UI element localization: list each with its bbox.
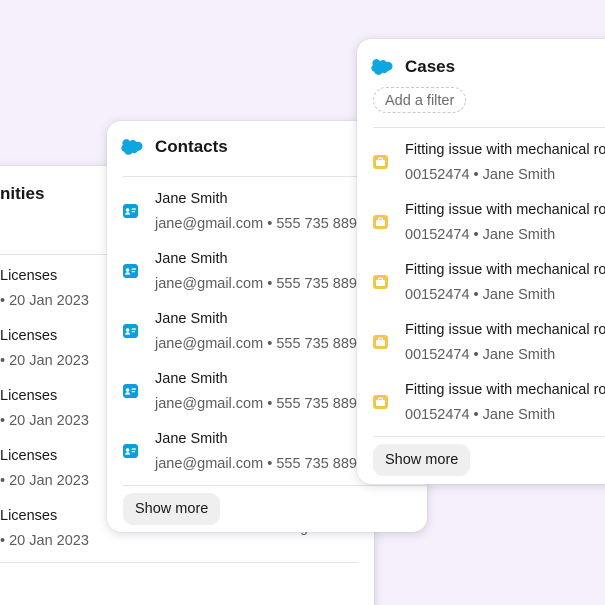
contact-card-icon	[123, 264, 138, 278]
case-subject: Fitting issue with mechanical rotor	[405, 142, 605, 158]
contact-name: Jane Smith	[155, 251, 228, 267]
salesforce-cloud-icon	[121, 139, 143, 155]
case-details: 00152474 • Jane Smith	[405, 167, 556, 183]
opportunities-title: nities	[0, 184, 45, 203]
contact-card-icon	[123, 444, 138, 458]
case-subject: Fitting issue with mechanical rotor	[405, 382, 605, 398]
divider	[373, 436, 605, 437]
case-details: 00152474 • Jane Smith	[405, 407, 556, 423]
case-subject: Fitting issue with mechanical rotor	[405, 322, 605, 338]
cases-list: Fitting issue with mechanical rotor 0015…	[373, 142, 605, 442]
opportunity-date: • 20 Jan 2023	[0, 293, 89, 309]
contacts-title: Contacts	[155, 137, 228, 156]
contact-details: jane@gmail.com • 555 735 8890	[155, 216, 366, 232]
list-item[interactable]: Fitting issue with mechanical rotor 0015…	[373, 382, 605, 442]
opportunity-name: Licenses	[0, 268, 58, 284]
opportunity-date: • 20 Jan 2023	[0, 473, 89, 489]
cases-title: Cases	[405, 57, 456, 76]
divider	[0, 562, 358, 563]
cases-card: Cases Add a filter Fitting issue with me…	[357, 39, 605, 484]
list-item[interactable]: Fitting issue with mechanical rotor 0015…	[373, 322, 605, 382]
case-subject: Fitting issue with mechanical rotor	[405, 202, 605, 218]
contacts-show-more-button[interactable]: Show more	[123, 493, 221, 525]
contact-details: jane@gmail.com • 555 735 8890	[155, 336, 366, 352]
opportunity-date: • 20 Jan 2023	[0, 413, 89, 429]
briefcase-icon	[373, 335, 388, 349]
opportunity-name: Licenses	[0, 328, 58, 344]
list-item[interactable]: Fitting issue with mechanical rotor 0015…	[373, 142, 605, 202]
list-item[interactable]: Fitting issue with mechanical rotor 0015…	[373, 202, 605, 262]
salesforce-cloud-icon	[371, 59, 393, 75]
opportunity-date: • 20 Jan 2023	[0, 353, 89, 369]
contact-name: Jane Smith	[155, 371, 228, 387]
case-details: 00152474 • Jane Smith	[405, 287, 556, 303]
divider	[373, 127, 605, 128]
contact-card-icon	[123, 204, 138, 218]
cases-show-more-button[interactable]: Show more	[373, 444, 471, 476]
briefcase-icon	[373, 395, 388, 409]
contact-name: Jane Smith	[155, 431, 228, 447]
contact-card-icon	[123, 384, 138, 398]
cases-header: Cases	[371, 57, 455, 77]
case-details: 00152474 • Jane Smith	[405, 227, 556, 243]
case-details: 00152474 • Jane Smith	[405, 347, 556, 363]
contact-name: Jane Smith	[155, 191, 228, 207]
contact-card-icon	[123, 324, 138, 338]
briefcase-icon	[373, 275, 388, 289]
divider	[123, 485, 427, 486]
canvas: nities Licenses • 20 Jan 2023 Licenses •…	[0, 0, 605, 605]
briefcase-icon	[373, 155, 388, 169]
opportunity-name: Licenses	[0, 508, 58, 524]
opportunity-name: Licenses	[0, 448, 58, 464]
contact-details: jane@gmail.com • 555 735 8890	[155, 456, 366, 472]
opportunity-name: Licenses	[0, 388, 58, 404]
contact-details: jane@gmail.com • 555 735 8890	[155, 396, 366, 412]
contact-details: jane@gmail.com • 555 735 8890	[155, 276, 366, 292]
add-filter-button[interactable]: Add a filter	[373, 87, 467, 113]
contacts-header: Contacts	[121, 137, 228, 157]
briefcase-icon	[373, 215, 388, 229]
list-item[interactable]: Fitting issue with mechanical rotor 0015…	[373, 262, 605, 322]
contact-name: Jane Smith	[155, 311, 228, 327]
case-subject: Fitting issue with mechanical rotor	[405, 262, 605, 278]
opportunity-date: • 20 Jan 2023	[0, 533, 89, 549]
